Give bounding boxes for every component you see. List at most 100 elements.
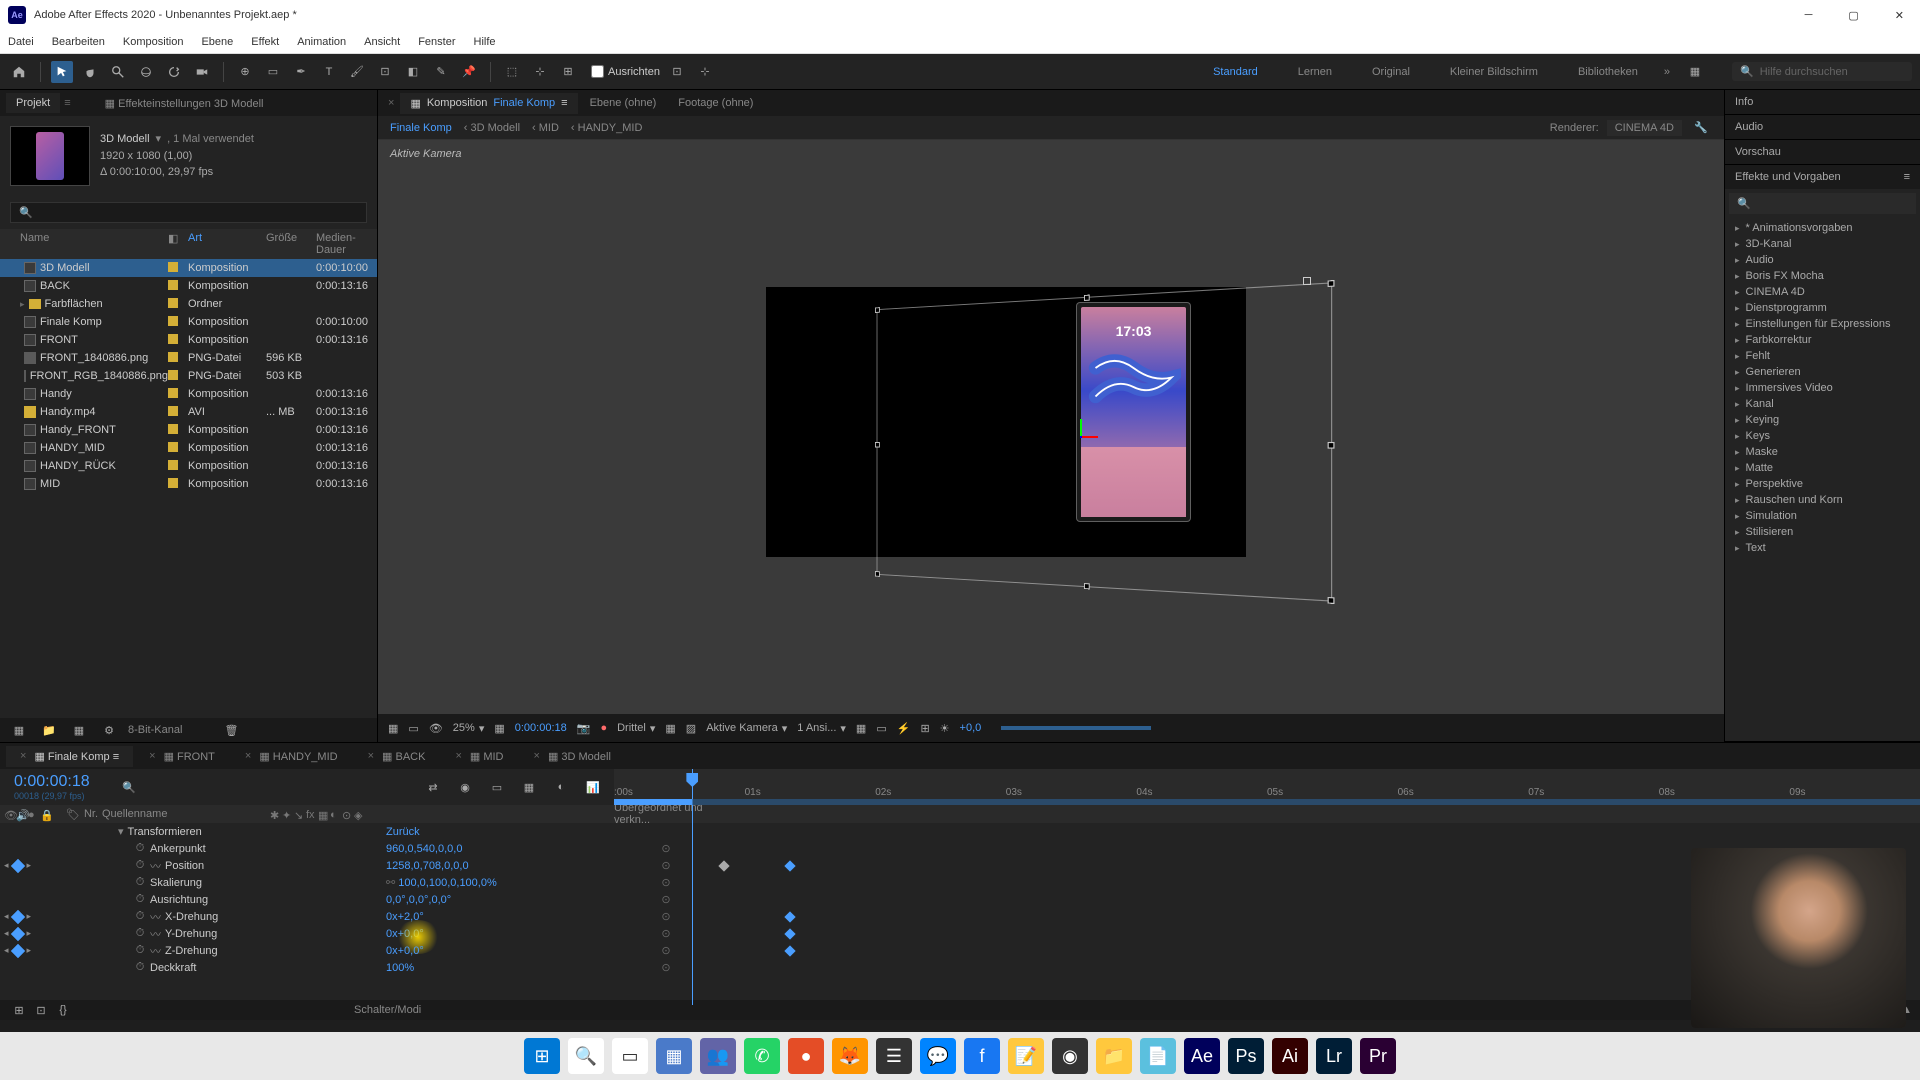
timecode-display[interactable]: 0:00:00:18	[515, 722, 567, 734]
brush-tool[interactable]: 🖌	[346, 61, 368, 83]
col-name[interactable]: Name	[0, 232, 168, 256]
snap-opt1[interactable]: ⊡	[666, 61, 688, 83]
close-button[interactable]: ✕	[1887, 5, 1912, 26]
effects-search[interactable]: 🔍	[1729, 193, 1916, 214]
fast-preview-icon[interactable]: ⚡	[897, 722, 911, 735]
col-size[interactable]: Größe	[266, 232, 316, 256]
camera-tool[interactable]	[191, 61, 213, 83]
snap-opt2[interactable]: ⊹	[694, 61, 716, 83]
world-axis-tool[interactable]: ⊹	[529, 61, 551, 83]
transparency-toggle[interactable]: ▨	[686, 722, 696, 735]
draft3d-icon[interactable]: ◉	[454, 776, 476, 798]
share-view-icon[interactable]: ▦	[856, 722, 866, 735]
new-comp-icon[interactable]: ▦	[68, 719, 90, 741]
hand-tool[interactable]	[79, 61, 101, 83]
effect-category[interactable]: ▸Generieren	[1725, 364, 1920, 380]
settings-icon[interactable]: ⚙	[98, 719, 120, 741]
taskbar-notepad[interactable]: 📄	[1140, 1038, 1176, 1074]
effect-category[interactable]: ▸Audio	[1725, 252, 1920, 268]
effect-category[interactable]: ▸Matte	[1725, 460, 1920, 476]
property-row[interactable]: ▾ TransformierenZurück	[0, 823, 1920, 840]
stopwatch-icon[interactable]: ⏱	[134, 860, 146, 872]
region-toggle[interactable]: ▦	[665, 722, 675, 735]
property-row[interactable]: ◂▸⏱ 〰 Y-Drehung0x+0,0°⊙	[0, 925, 1920, 942]
switches-modes-toggle[interactable]: Schalter/Modi	[354, 1004, 421, 1016]
timeline-tab-back[interactable]: × ▦ BACK	[354, 746, 440, 767]
taskbar-search[interactable]: 🔍	[568, 1038, 604, 1074]
renderer-settings-icon[interactable]: 🔧	[1690, 117, 1712, 139]
timeline-tab-mid[interactable]: × ▦ MID	[441, 746, 517, 767]
renderer-value[interactable]: CINEMA 4D	[1607, 120, 1682, 136]
rotation-handle[interactable]	[1303, 277, 1311, 285]
effect-category[interactable]: ▸Fehlt	[1725, 348, 1920, 364]
effect-category[interactable]: ▸Stilisieren	[1725, 524, 1920, 540]
effect-category[interactable]: ▸Boris FX Mocha	[1725, 268, 1920, 284]
col-tag[interactable]: ◧	[168, 232, 188, 256]
stopwatch-icon[interactable]: ⏱	[134, 962, 146, 974]
footage-tab[interactable]: Footage (ohne)	[668, 93, 763, 113]
info-panel-header[interactable]: Info	[1725, 90, 1920, 114]
effect-category[interactable]: ▸Text	[1725, 540, 1920, 556]
motion-blur-icon[interactable]: ◐	[550, 776, 572, 798]
taskbar-ai[interactable]: Ai	[1272, 1038, 1308, 1074]
bit-depth[interactable]: 8-Bit-Kanal	[128, 724, 182, 736]
minimize-button[interactable]: ─	[1797, 5, 1821, 26]
property-row[interactable]: ⏱ Ausrichtung0,0°,0,0°,0,0°⊙	[0, 891, 1920, 908]
project-tab[interactable]: Projekt	[6, 93, 60, 113]
current-time[interactable]: 0:00:00:18	[14, 773, 122, 791]
text-tool[interactable]: T	[318, 61, 340, 83]
workspace-kleiner bildschirm[interactable]: Kleiner Bildschirm	[1442, 62, 1546, 82]
taskbar-whatsapp[interactable]: ✆	[744, 1038, 780, 1074]
orbit-tool[interactable]	[135, 61, 157, 83]
project-item[interactable]: Handy_FRONTKomposition0:00:13:16	[0, 421, 377, 439]
toggle-switches-icon[interactable]: ⊞	[8, 999, 30, 1021]
shy-icon[interactable]: ▭	[486, 776, 508, 798]
stamp-tool[interactable]: ⊡	[374, 61, 396, 83]
view-axis-tool[interactable]: ⊞	[557, 61, 579, 83]
timeline-tab-finale-komp[interactable]: × ▦ Finale Komp ≡	[6, 746, 133, 767]
menu-datei[interactable]: Datei	[8, 36, 34, 48]
project-item[interactable]: HANDY_MIDKomposition0:00:13:16	[0, 439, 377, 457]
toggle-2-icon[interactable]: ⊡	[30, 999, 52, 1021]
breadcrumb-handy_mid[interactable]: ‹ HANDY_MID	[571, 122, 643, 134]
stopwatch-icon[interactable]: ⏱	[134, 911, 146, 923]
taskbar-teams[interactable]: 👥	[700, 1038, 736, 1074]
col-parent[interactable]: Übergeordnet und verkn...	[614, 805, 718, 823]
taskbar-facebook[interactable]: f	[964, 1038, 1000, 1074]
menu-hilfe[interactable]: Hilfe	[474, 36, 496, 48]
taskbar-widgets[interactable]: ▦	[656, 1038, 692, 1074]
col-type[interactable]: Art	[188, 232, 266, 256]
taskbar-pr[interactable]: Pr	[1360, 1038, 1396, 1074]
pen-tool[interactable]: ✒	[290, 61, 312, 83]
taskbar-taskview[interactable]: ▭	[612, 1038, 648, 1074]
layer-tab[interactable]: Ebene (ohne)	[580, 93, 667, 113]
views-dropdown[interactable]: 1 Ansi... ▾	[797, 722, 846, 735]
effect-category[interactable]: ▸Perspektive	[1725, 476, 1920, 492]
stopwatch-icon[interactable]: ⏱	[134, 877, 146, 889]
grid-toggle[interactable]: ▭	[408, 722, 418, 735]
property-row[interactable]: ◂▸⏱ 〰 X-Drehung0x+2,0°⊙	[0, 908, 1920, 925]
timeline-tab-front[interactable]: × ▦ FRONT	[135, 746, 229, 767]
taskbar-lr[interactable]: Lr	[1316, 1038, 1352, 1074]
workspace-original[interactable]: Original	[1364, 62, 1418, 82]
anchor-tool[interactable]: ⊕	[234, 61, 256, 83]
interpret-footage-icon[interactable]: ▦	[8, 719, 30, 741]
effect-category[interactable]: ▸Maske	[1725, 444, 1920, 460]
zoom-dropdown[interactable]: 25% ▾	[453, 722, 485, 735]
resolution-toggle[interactable]: ▦	[494, 722, 504, 735]
effect-category[interactable]: ▸Keys	[1725, 428, 1920, 444]
effect-category[interactable]: ▸Einstellungen für Expressions	[1725, 316, 1920, 332]
property-row[interactable]: ⏱ Skalierung⚯ 100,0,100,0,100,0%⊙	[0, 874, 1920, 891]
taskbar-notes[interactable]: 📝	[1008, 1038, 1044, 1074]
effect-category[interactable]: ▸Farbkorrektur	[1725, 332, 1920, 348]
effects-panel-header[interactable]: Effekte und Vorgaben≡	[1725, 165, 1920, 189]
workspace-bibliotheken[interactable]: Bibliotheken	[1570, 62, 1646, 82]
rotation-tool[interactable]	[163, 61, 185, 83]
taskbar-firefox[interactable]: 🦊	[832, 1038, 868, 1074]
toggle-3-icon[interactable]: {}	[52, 999, 74, 1021]
axis-indicator[interactable]	[1069, 425, 1093, 449]
breadcrumb-finale komp[interactable]: Finale Komp	[390, 122, 452, 134]
taskbar-obs[interactable]: ◉	[1052, 1038, 1088, 1074]
menu-ebene[interactable]: Ebene	[201, 36, 233, 48]
breadcrumb-mid[interactable]: ‹ MID	[532, 122, 559, 134]
